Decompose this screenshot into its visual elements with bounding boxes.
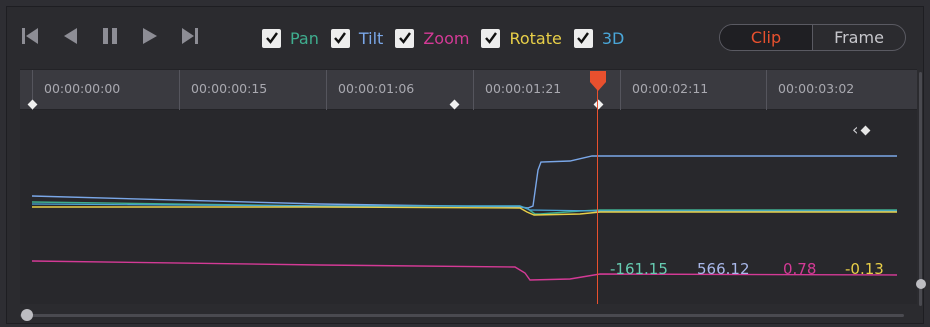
skip-start-button[interactable] [18,24,42,48]
channel-pan[interactable]: Pan [262,28,319,48]
clip-frame-toggle: Clip Frame [719,24,906,51]
step-back-button[interactable] [58,24,82,48]
zoom-checkbox[interactable] [395,28,415,48]
tilt-checkbox[interactable] [330,28,350,48]
checkmark-icon [577,32,590,44]
keyframe-marker[interactable] [449,99,460,110]
channel-zoom[interactable]: Zoom [395,28,470,48]
channel-label: 3D [601,28,625,48]
keyframe-marker[interactable] [27,99,38,110]
channel-label: Pan [290,28,319,48]
horizontal-scrollbar[interactable] [20,314,904,317]
ruler-tick-label: 00:00:03:02 [778,81,855,96]
pause-icon [103,28,117,44]
previous-keyframe-icon[interactable]: ‹ [852,122,858,138]
3d-checkbox[interactable] [573,28,593,48]
channel-tilt[interactable]: Tilt [330,28,384,48]
skip-start-icon [22,28,38,44]
horizontal-scroll-knob[interactable] [21,309,33,321]
channel-rotate[interactable]: Rotate [481,28,562,48]
ruler-tick [620,70,621,110]
ruler-tick-label: 00:00:00:00 [44,81,121,96]
clip-option[interactable]: Clip [720,25,812,50]
keyframe-nav[interactable]: ‹ [852,122,871,138]
tilt-curve[interactable] [31,155,897,209]
zoom-value: 0.78 [783,260,817,278]
ruler-tick-label: 00:00:01:06 [338,81,415,96]
rotate-value: -0.13 [845,260,884,278]
pan-value: -161.15 [610,260,668,278]
vertical-scrollbar[interactable] [919,72,922,306]
transport-controls [18,22,202,50]
checkmark-icon [398,32,411,44]
checkmark-icon [485,32,497,44]
skip-end-icon [182,28,198,44]
frame-option[interactable]: Frame [813,25,905,50]
ruler-tick [326,70,327,110]
pan-checkbox[interactable] [262,28,281,48]
pause-button[interactable] [98,24,122,48]
channel-label: Rotate [509,28,562,48]
ruler-tick-label: 00:00:00:15 [191,81,268,96]
keyframe-diamond-icon[interactable] [860,125,871,135]
ruler-tick-label: 00:00:02:11 [632,81,709,96]
playhead-line [597,86,598,304]
checkmark-icon [334,32,347,44]
ruler-tick [766,70,767,110]
zoom-curve[interactable] [31,260,898,281]
play-icon [143,28,157,44]
ruler-tick [473,70,474,110]
vertical-scroll-knob[interactable] [916,279,926,289]
keyframe-marker[interactable] [593,99,604,110]
checkmark-icon [265,32,278,44]
ruler-tick [179,70,180,110]
step-back-icon [64,28,77,44]
playhead-handle-icon[interactable] [588,70,608,92]
skip-end-button[interactable] [178,24,202,48]
channel-3d[interactable]: 3D [573,28,625,48]
play-button[interactable] [138,24,162,48]
channel-label: Zoom [423,28,470,48]
rotate-checkbox[interactable] [481,28,501,48]
timeline-ruler[interactable]: 00:00:00:00 00:00:00:15 00:00:01:06 00:0… [20,69,917,110]
channel-label: Tilt [358,28,384,48]
tilt-value: 566.12 [697,260,750,278]
ruler-tick-label: 00:00:01:21 [485,81,562,96]
channel-filters: Pan Tilt Zoom Rotate 3D [262,24,636,52]
curve-graph[interactable]: ‹ -161.15 566.12 0.78 -0.13 [20,110,917,304]
